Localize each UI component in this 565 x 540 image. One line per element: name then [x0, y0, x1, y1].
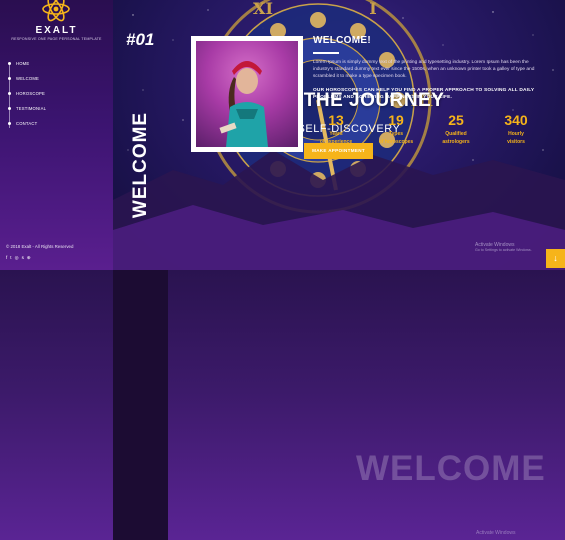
watermark-subtitle: Go to Settings to activate Windows.	[475, 248, 532, 252]
stat-value: 13	[328, 112, 344, 128]
welcome-section: WELCOME Activate Windows	[0, 270, 565, 540]
stat-years: 13 Years of experience	[306, 112, 366, 146]
nav-item-home[interactable]: HOME	[8, 58, 108, 73]
stat-value: 19	[388, 112, 404, 128]
stat-astrologers: 25 Qualified astrologers	[426, 112, 486, 146]
stat-label-line1: Years	[329, 131, 343, 137]
activate-windows-watermark: Activate Windows Go to Settings to activ…	[475, 242, 532, 252]
scroll-down-button[interactable]: ↓	[546, 249, 565, 268]
nav-item-label: HOME	[16, 61, 30, 66]
nav-item-label: WELCOME	[16, 76, 40, 81]
brand-tagline: RESPONSIVE ONE PAGE PERSONAL TEMPLATE	[11, 37, 102, 41]
stat-value: 340	[504, 112, 528, 128]
activate-windows-watermark: Activate Windows	[476, 530, 516, 536]
stat-label-line1: Qualified	[445, 131, 467, 137]
section-label-column	[113, 270, 168, 540]
nav-item-label: TESTIMONIAL	[16, 106, 47, 111]
nav-item-welcome[interactable]: WELCOME	[8, 73, 108, 88]
facebook-icon[interactable]: f	[6, 255, 7, 260]
nav-dot	[8, 92, 11, 95]
stat-value: 25	[448, 112, 464, 128]
stat-label-line2: of horoscopes	[378, 139, 414, 145]
stat-label: Hourly visitors	[486, 130, 546, 146]
sidebar: EXALT RESPONSIVE ONE PAGE PERSONAL TEMPL…	[0, 0, 113, 270]
stat-label-line1: Types	[388, 131, 404, 137]
welcome-title: WELCOME!	[313, 35, 371, 46]
social-links: f t ◎ s ⊕	[6, 255, 31, 260]
welcome-text: Lorem Ipsum is simply dummy text of the …	[313, 60, 535, 79]
stat-label: Years of experience	[306, 130, 366, 146]
arrow-down-icon: ↓	[553, 253, 558, 263]
nav-item-contact[interactable]: CONTACT	[8, 118, 108, 133]
copyright: © 2018 Exalt - All Rights Reserved	[6, 244, 74, 249]
nav-item-label: CONTACT	[16, 121, 38, 126]
nav-item-label: HOROSCOPE	[16, 91, 46, 96]
stat-label-line1: Hourly	[508, 131, 524, 137]
twitter-icon[interactable]: t	[10, 255, 11, 260]
nav-dot	[8, 107, 11, 110]
stat-label-line2: visitors	[507, 139, 525, 145]
nav-item-testimonial[interactable]: TESTIMONIAL	[8, 103, 108, 118]
stat-visitors: 340 Hourly visitors	[486, 112, 546, 146]
stat-label: Types of horoscopes	[366, 130, 426, 146]
section-vertical-title: WELCOME	[130, 111, 151, 219]
stat-types: 19 Types of horoscopes	[366, 112, 426, 146]
welcome-highlight: OUR HOROSCOPES CAN HELP YOU FIND A PROPE…	[313, 88, 535, 100]
stat-label: Qualified astrologers	[426, 130, 486, 146]
nav-item-horoscope[interactable]: HOROSCOPE	[8, 88, 108, 103]
astrologer-photo	[196, 41, 298, 147]
instagram-icon[interactable]: ◎	[15, 255, 19, 260]
skype-icon[interactable]: s	[22, 255, 24, 260]
section-number: #01	[126, 30, 155, 49]
stat-label-line2: of experience	[319, 139, 353, 145]
astrologer-illustration	[219, 61, 268, 147]
brand-name: EXALT	[35, 25, 78, 36]
stat-label-line2: astrologers	[442, 139, 470, 145]
main-nav: HOME WELCOME HOROSCOPE TESTIMONIAL CONTA…	[8, 58, 108, 133]
nav-dot	[8, 62, 11, 65]
dribbble-icon[interactable]: ⊕	[27, 255, 31, 260]
nav-dot	[8, 77, 11, 80]
title-underline	[313, 52, 339, 54]
atom-logo-icon	[42, 0, 70, 22]
background-word: WELCOME	[356, 449, 546, 488]
nav-dot	[8, 122, 11, 125]
